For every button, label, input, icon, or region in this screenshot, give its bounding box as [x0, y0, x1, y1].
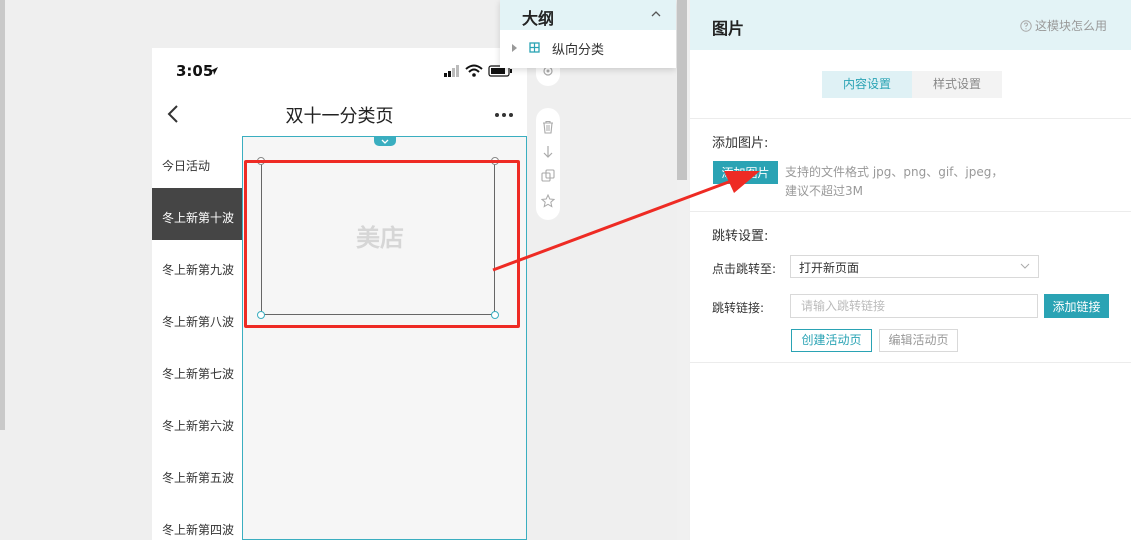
divider [690, 118, 1131, 119]
chevron-down-icon [381, 139, 389, 144]
category-item[interactable]: 冬上新第四波 [152, 500, 242, 540]
link-input[interactable] [790, 294, 1038, 318]
category-item[interactable]: 冬上新第九波 [152, 240, 242, 292]
caret-right-icon[interactable] [510, 43, 520, 53]
create-activity-page-button[interactable]: 创建活动页 [791, 329, 872, 352]
category-item[interactable]: 冬上新第七波 [152, 344, 242, 396]
jump-to-select[interactable]: 打开新页面 [790, 255, 1039, 278]
link-label: 跳转链接: [712, 301, 765, 315]
wifi-icon [465, 64, 483, 77]
outline-header[interactable]: 大纲 [500, 0, 676, 30]
arrow-down-icon[interactable] [541, 145, 555, 159]
tab-content-settings[interactable]: 内容设置 [822, 71, 912, 98]
settings-tabs: 内容设置 样式设置 [822, 71, 1002, 98]
status-time: 3:05 [176, 62, 214, 80]
question-circle-icon [1020, 19, 1032, 32]
category-label: 冬上新第七波 [162, 366, 235, 381]
tab-style-settings[interactable]: 样式设置 [912, 71, 1002, 98]
chevron-up-icon[interactable] [650, 10, 662, 18]
category-label: 冬上新第九波 [162, 262, 235, 277]
category-label: 冬上新第六波 [162, 418, 235, 433]
file-format-hint: 支持的文件格式 jpg、png、gif、jpeg， 建议不超过3M [785, 163, 1105, 201]
category-item-active[interactable]: 冬上新第十波 [152, 188, 242, 240]
page-title: 双十一分类页 [285, 106, 394, 127]
hint-line-1: 支持的文件格式 jpg、png、gif、jpeg， [785, 165, 1004, 179]
jump-to-label: 点击跳转至: [712, 262, 777, 276]
panel-header: 图片 这模块怎么用 [690, 0, 1131, 50]
chevron-down-icon [1020, 263, 1030, 269]
panel-title: 图片 [712, 19, 745, 38]
settings-panel: 图片 这模块怎么用 内容设置 样式设置 添加图片: 添加图片 支持的文件格式 j… [690, 0, 1131, 540]
category-label: 冬上新第十波 [162, 210, 235, 225]
signal-icon [444, 65, 459, 77]
outline-panel: 大纲 纵向分类 [500, 0, 676, 68]
edit-activity-page-button[interactable]: 编辑活动页 [879, 329, 958, 352]
category-label: 冬上新第四波 [162, 522, 235, 537]
scrollbar-thumb[interactable] [677, 0, 687, 180]
left-edge [0, 0, 5, 430]
category-label: 冬上新第五波 [162, 470, 235, 485]
component-toolbar [536, 108, 560, 220]
add-image-label: 添加图片: [712, 136, 769, 151]
add-image-button[interactable]: 添加图片 [713, 161, 778, 184]
help-link-text: 这模块怎么用 [1035, 19, 1108, 33]
category-item[interactable]: 今日活动 [152, 136, 242, 188]
category-item[interactable]: 冬上新第五波 [152, 448, 242, 500]
jump-to-value: 打开新页面 [799, 261, 860, 275]
hint-line-2: 建议不超过3M [785, 184, 863, 198]
outline-item-label: 纵向分类 [552, 42, 605, 58]
category-label: 今日活动 [162, 158, 211, 173]
category-item[interactable]: 冬上新第八波 [152, 292, 242, 344]
annotation-highlight-box [244, 160, 520, 328]
status-bar: 3:05 [152, 48, 527, 92]
category-label: 冬上新第八波 [162, 314, 235, 329]
jump-settings-label: 跳转设置: [712, 229, 769, 244]
copy-icon[interactable] [541, 169, 555, 183]
location-arrow-icon [210, 67, 218, 75]
category-item[interactable]: 冬上新第六波 [152, 396, 242, 448]
outline-title: 大纲 [522, 9, 555, 28]
category-list: 今日活动 冬上新第十波 冬上新第九波 冬上新第八波 冬上新第七波 冬上新第六波 … [152, 136, 242, 540]
divider [690, 362, 1131, 363]
trash-icon[interactable] [541, 120, 555, 134]
add-link-button[interactable]: 添加链接 [1044, 294, 1109, 318]
outline-item-vertical-category[interactable]: 纵向分类 [510, 38, 604, 58]
star-icon[interactable] [541, 194, 555, 208]
more-dots-icon[interactable] [494, 112, 514, 118]
nav-bar: 双十一分类页 [152, 92, 527, 136]
help-link[interactable]: 这模块怎么用 [1020, 17, 1107, 34]
grid-layout-icon [529, 42, 540, 53]
collapse-tab[interactable] [374, 136, 396, 146]
divider [690, 211, 1131, 212]
